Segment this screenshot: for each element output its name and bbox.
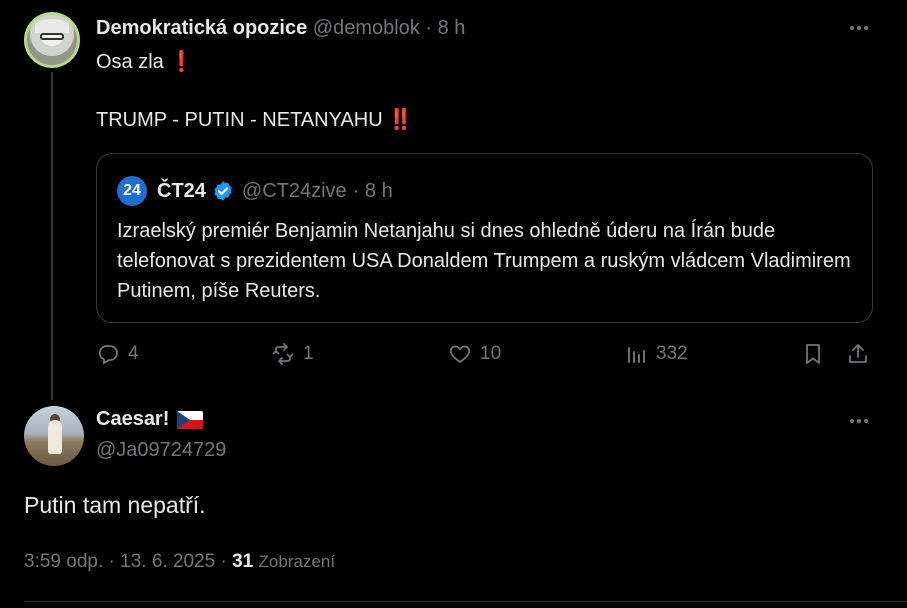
ct24-avatar[interactable]: 24 — [117, 176, 147, 206]
tweet-thread: Demokratická opozice @demoblok · 8 h Osa… — [0, 0, 907, 608]
parent-handle[interactable]: @demoblok — [313, 17, 420, 39]
czech-flag-icon — [177, 410, 204, 429]
parent-tweet-header: Demokratická opozice @demoblok · 8 h — [96, 15, 465, 41]
views-button[interactable]: 332 — [624, 342, 688, 366]
reply-icon — [98, 345, 118, 365]
quoted-tweet-text: Izraelský premiér Benjamin Netanjahu si … — [117, 220, 851, 302]
thread-connector-line — [51, 72, 53, 400]
parent-text-line1: Osa zla — [96, 51, 164, 73]
repost-count: 1 — [303, 343, 314, 364]
like-count: 10 — [480, 343, 502, 364]
bookmark-icon — [806, 344, 820, 364]
reply-more-icon[interactable] — [845, 411, 873, 431]
quoted-display-name[interactable]: ČT24 — [157, 180, 206, 203]
reply-button[interactable]: 4 — [96, 342, 139, 366]
quoted-time[interactable]: · 8 h — [353, 180, 393, 203]
quoted-handle[interactable]: @CT24zive — [242, 180, 347, 203]
quoted-tweet-header: 24 ČT24 @CT24zive · 8 h — [117, 176, 393, 206]
reply-count: 4 — [128, 343, 139, 364]
reply-tweet-text: Putin tam nepatří. — [24, 492, 206, 518]
exclamation-emoji: ❗ — [169, 51, 195, 73]
reply-timestamp[interactable]: 3:59 odp. · 13. 6. 2025 · — [24, 551, 227, 572]
share-button[interactable] — [846, 342, 870, 366]
like-button[interactable]: 10 — [448, 342, 501, 366]
reply-display-name[interactable]: Caesar! — [96, 408, 169, 431]
reply-header: Caesar! — [96, 408, 204, 431]
parent-more-icon[interactable] — [845, 18, 873, 38]
avatar-demoblok[interactable] — [24, 12, 80, 68]
reply-meta: 3:59 odp. · 13. 6. 2025 · 31 Zobrazení — [24, 551, 335, 573]
heart-icon — [449, 345, 471, 363]
quoted-tweet-card[interactable]: 24 ČT24 @CT24zive · 8 h Izraelský premié… — [96, 153, 873, 323]
double-exclamation-emoji: ‼️ — [388, 109, 414, 131]
views-count: 332 — [656, 343, 688, 364]
reply-handle[interactable]: @Ja09724729 — [96, 439, 226, 462]
analytics-icon — [628, 347, 645, 363]
verified-badge-icon — [214, 181, 232, 201]
reply-views-label: Zobrazení — [258, 552, 336, 571]
repost-button[interactable]: 1 — [271, 342, 314, 366]
parent-tweet-text: Osa zla ❗ TRUMP - PUTIN - NETANYAHU ‼️ — [96, 48, 856, 134]
parent-display-name[interactable]: Demokratická opozice — [96, 17, 307, 39]
parent-text-line2: TRUMP - PUTIN - NETANYAHU — [96, 109, 383, 131]
parent-time[interactable]: · 8 h — [425, 17, 465, 39]
repost-icon — [272, 343, 294, 365]
bookmark-button[interactable] — [801, 342, 825, 366]
parent-action-bar: 4 1 10 332 — [96, 342, 876, 372]
avatar-caesar[interactable] — [24, 406, 84, 466]
divider — [24, 601, 907, 602]
reply-views-count: 31 — [232, 551, 254, 572]
share-icon — [849, 344, 867, 363]
